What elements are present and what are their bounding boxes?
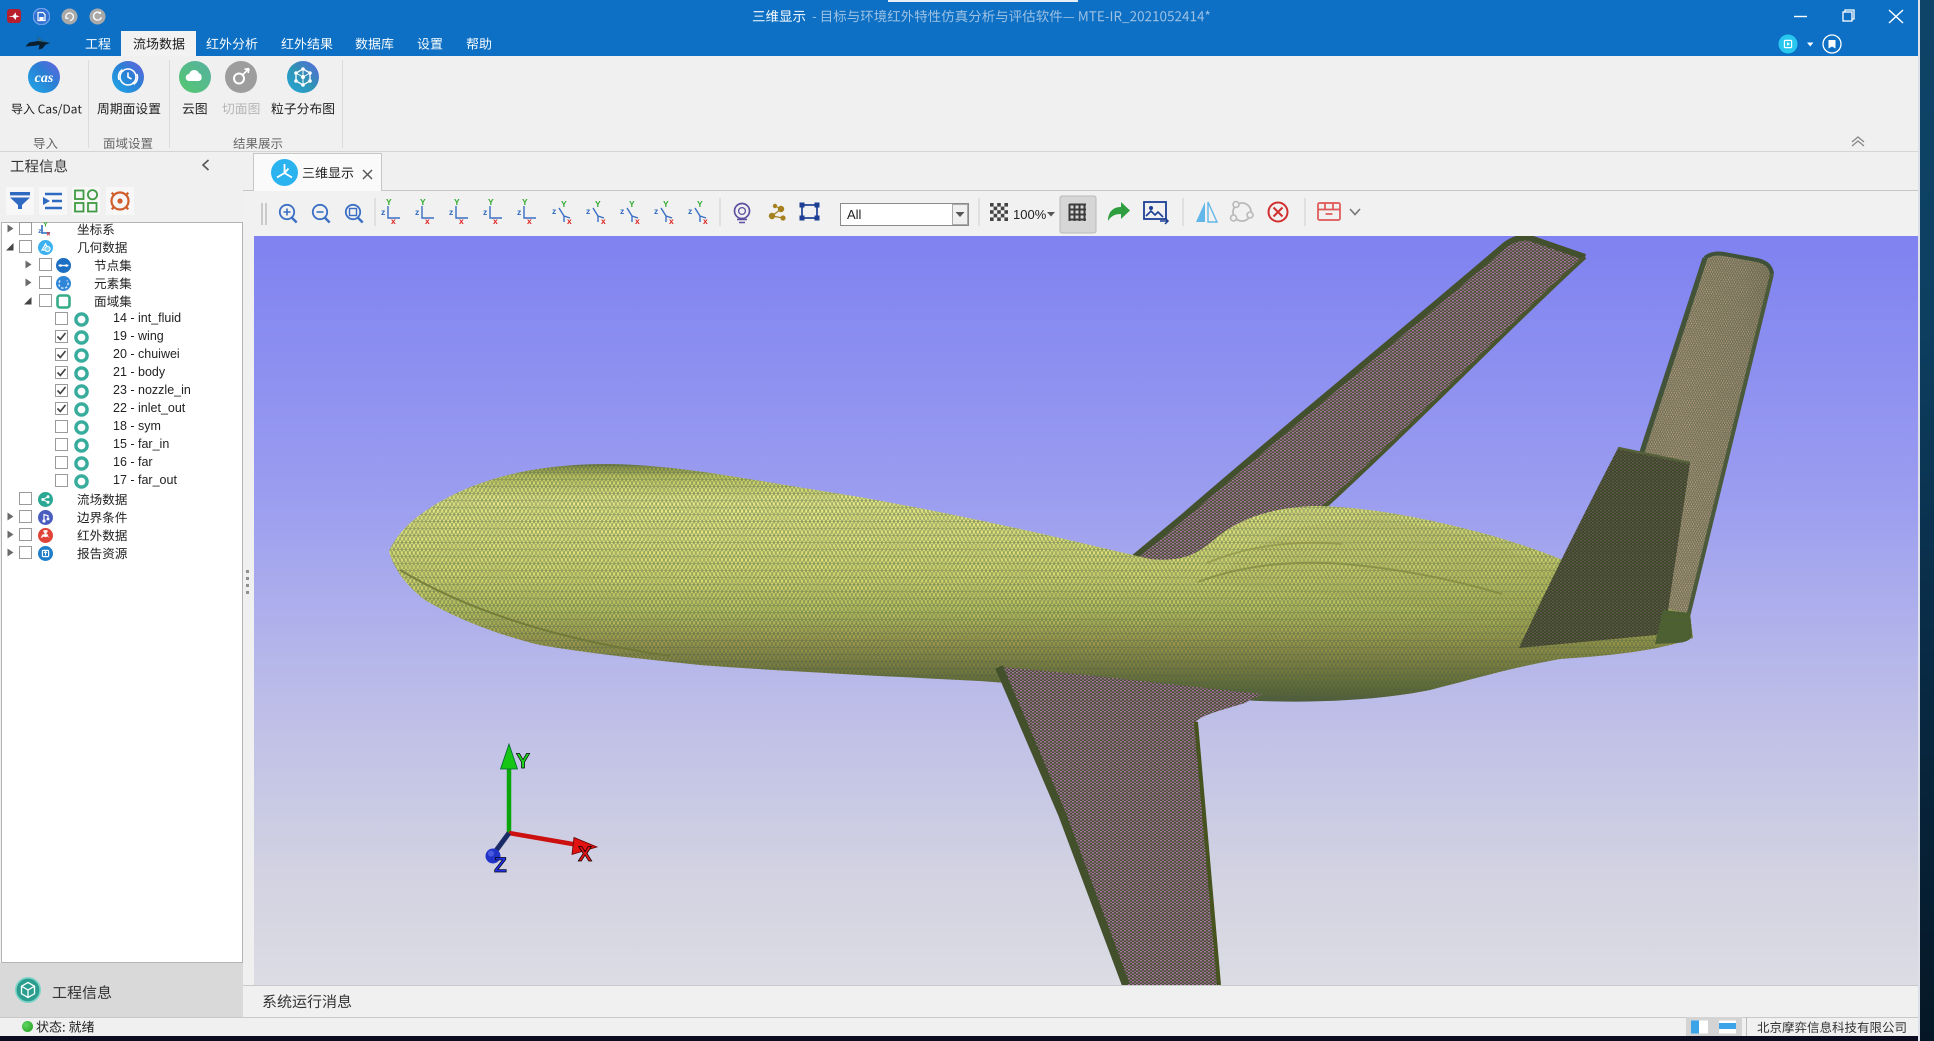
svg-text:Y: Y	[488, 197, 494, 207]
svg-text:z: z	[586, 206, 590, 216]
svg-text:All: All	[847, 207, 862, 222]
svg-text:x: x	[425, 216, 430, 226]
svg-text:x: x	[47, 231, 51, 238]
svg-text:Y: Y	[697, 199, 703, 209]
svg-text:z: z	[620, 206, 624, 216]
svg-text:x: x	[493, 216, 498, 226]
svg-text:Y: Y	[516, 750, 530, 773]
svg-text:Y: Y	[386, 197, 392, 207]
svg-text:z: z	[517, 207, 521, 217]
svg-text:Y: Y	[454, 197, 460, 207]
svg-text:X: X	[578, 843, 592, 866]
svg-text:Y: Y	[420, 197, 426, 207]
svg-text:cas: cas	[35, 71, 54, 86]
svg-text:x: x	[635, 216, 640, 226]
svg-text:Y: Y	[595, 199, 601, 209]
svg-text:z: z	[688, 206, 692, 216]
svg-text:z: z	[415, 207, 419, 217]
svg-text:Y: Y	[561, 199, 567, 209]
svg-text:100%: 100%	[1013, 207, 1047, 222]
svg-text:x: x	[601, 216, 606, 226]
svg-text:x: x	[459, 216, 464, 226]
svg-text:Y: Y	[629, 199, 635, 209]
svg-text:Y: Y	[522, 197, 528, 207]
svg-text:x: x	[527, 216, 532, 226]
svg-text:x: x	[703, 216, 708, 226]
svg-text:z: z	[654, 206, 658, 216]
svg-text:x: x	[567, 216, 572, 226]
svg-text:z: z	[381, 207, 385, 217]
svg-text:z: z	[552, 206, 556, 216]
svg-text:Y: Y	[663, 199, 669, 209]
svg-text:Y: Y	[43, 222, 48, 229]
svg-text:x: x	[669, 216, 674, 226]
svg-text:Z: Z	[494, 854, 507, 877]
svg-text:z: z	[449, 207, 453, 217]
svg-text:x: x	[391, 216, 396, 226]
svg-text:z: z	[483, 207, 487, 217]
